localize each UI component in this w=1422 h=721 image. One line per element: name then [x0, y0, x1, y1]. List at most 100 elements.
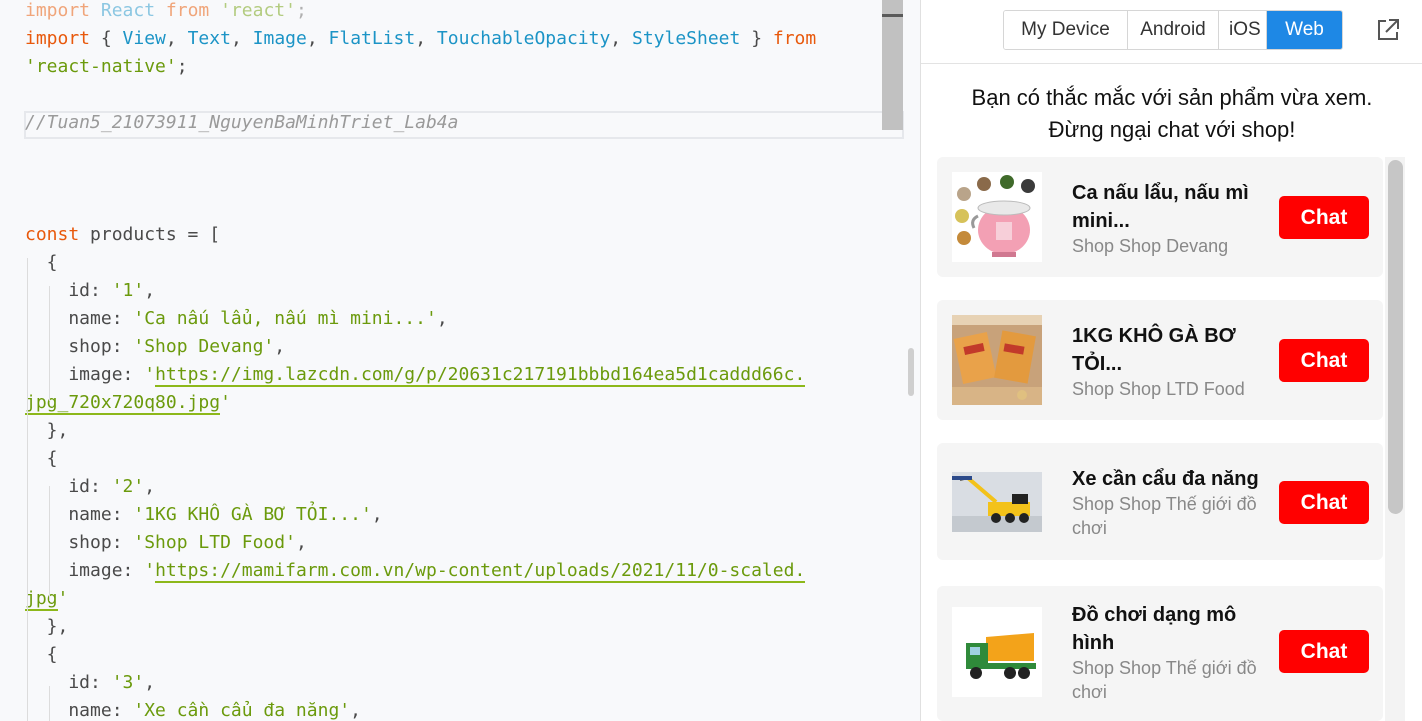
code-line[interactable]: image: 'https://img.lazcdn.com/g/p/20631…: [25, 361, 806, 389]
code-token: from: [165, 0, 210, 21]
code-line[interactable]: id: '3',: [25, 669, 155, 697]
code-line[interactable]: import { View, Text, Image, FlatList, To…: [25, 25, 816, 53]
code-line[interactable]: name: 'Ca nấu lẩu, nấu mì mini...',: [25, 305, 447, 333]
code-token: name:: [25, 700, 134, 721]
code-token: ,: [610, 28, 632, 49]
code-line[interactable]: shop: 'Shop Devang',: [25, 333, 285, 361]
code-line[interactable]: jpg': [25, 585, 68, 613]
code-token: //Tuan5_21073911_NguyenBaMinhTriet_Lab4a: [25, 112, 459, 133]
code-token: name:: [25, 308, 134, 329]
code-token: {: [25, 644, 58, 665]
divider: [921, 63, 1422, 64]
code-token: ': [144, 364, 156, 385]
code-token: https://mamifarm.com.vn/wp-content/uploa…: [155, 560, 806, 583]
code-line[interactable]: {: [25, 249, 58, 277]
code-token: jpg_720x720q80.jpg: [25, 392, 221, 415]
chat-button[interactable]: Chat: [1279, 481, 1369, 524]
code-line[interactable]: id: '2',: [25, 473, 155, 501]
code-token: ,: [306, 28, 329, 49]
product-name: Đồ chơi dạng mô hình: [1072, 604, 1237, 654]
code-token: ': [57, 588, 69, 609]
code-line[interactable]: {: [25, 445, 58, 473]
shop-name: Shop Shop Thế giới đồ chơi: [1072, 494, 1257, 538]
code-line[interactable]: image: 'https://mamifarm.com.vn/wp-conte…: [25, 557, 806, 585]
product-name: Ca nấu lẩu, nấu mì mini...: [1072, 182, 1249, 232]
code-token: },: [25, 616, 69, 637]
code-token: {: [25, 448, 58, 469]
indent-guide: [49, 286, 50, 401]
resize-handle[interactable]: [908, 348, 914, 396]
code-line[interactable]: const products = [: [25, 221, 220, 249]
tab-web[interactable]: Web: [1267, 11, 1342, 49]
code-token: 'Shop Devang': [133, 336, 275, 357]
code-token: id:: [25, 672, 112, 693]
code-line[interactable]: id: '1',: [25, 277, 155, 305]
code-token: '2': [111, 476, 145, 497]
code-token: name:: [25, 504, 134, 525]
shop-name: Shop Shop LTD Food: [1072, 379, 1245, 399]
product-card: Đồ chơi dạng mô hình Shop Shop Thế giới …: [937, 586, 1383, 721]
code-token: '1KG KHÔ GÀ BƠ TỎI...': [133, 504, 372, 525]
code-token: Text: [187, 28, 231, 49]
code-token: image:: [25, 364, 145, 385]
preview-panel: My Device Android iOS Web Bạn có thắc mắ…: [920, 0, 1422, 721]
code-token: ,: [371, 504, 383, 525]
code-token: from: [772, 28, 817, 49]
product-image: [952, 472, 1042, 532]
code-token: StyleSheet: [631, 28, 741, 49]
code-token: ,: [295, 532, 307, 553]
code-token: Image: [252, 28, 307, 49]
code-line[interactable]: 'react-native';: [25, 53, 188, 81]
external-link-icon[interactable]: [1375, 17, 1401, 43]
code-token: },: [25, 420, 69, 441]
code-line[interactable]: //Tuan5_21073911_NguyenBaMinhTriet_Lab4a: [25, 109, 458, 137]
product-name: Xe cần cẩu đa năng: [1072, 468, 1259, 490]
product-card: 1KG KHÔ GÀ BƠ TỎI... Shop Shop LTD Food …: [937, 300, 1383, 420]
product-card: Ca nấu lẩu, nấu mì mini... Shop Shop Dev…: [937, 157, 1383, 277]
code-line[interactable]: {: [25, 641, 58, 669]
heading-line-1: Bạn có thắc mắc với sản phẩm vừa xem.: [971, 85, 1373, 110]
code-line[interactable]: name: '1KG KHÔ GÀ BƠ TỎI...',: [25, 501, 383, 529]
shop-name: Shop Shop Devang: [1072, 236, 1229, 256]
code-line[interactable]: },: [25, 417, 69, 445]
platform-tabs: My Device Android iOS Web: [1003, 10, 1343, 50]
code-token: ,: [144, 476, 156, 497]
code-token: https://img.lazcdn.com/g/p/20631c217191b…: [155, 364, 806, 387]
code-token: const: [25, 224, 80, 245]
code-token: ,: [415, 28, 437, 49]
code-token: TouchableOpacity: [436, 28, 611, 49]
code-token: id:: [25, 476, 112, 497]
code-token: ': [220, 392, 231, 413]
chat-button[interactable]: Chat: [1279, 196, 1369, 239]
code-token: id:: [25, 280, 112, 301]
preview-scrollbar-thumb[interactable]: [1388, 160, 1403, 514]
page-heading: Bạn có thắc mắc với sản phẩm vừa xem. Đừ…: [921, 82, 1422, 146]
code-token: 'Shop LTD Food': [133, 532, 296, 553]
code-token: ;: [176, 56, 188, 77]
chat-button[interactable]: Chat: [1279, 630, 1369, 673]
tab-my-device[interactable]: My Device: [1004, 11, 1128, 49]
code-line[interactable]: shop: 'Shop LTD Food',: [25, 529, 307, 557]
heading-line-2: Đừng ngại chat với shop!: [1048, 117, 1296, 142]
tab-android[interactable]: Android: [1128, 11, 1219, 49]
code-line[interactable]: import React from 'react';: [25, 0, 307, 25]
code-line[interactable]: },: [25, 613, 69, 641]
chat-button[interactable]: Chat: [1279, 339, 1369, 382]
tab-ios[interactable]: iOS: [1219, 11, 1267, 49]
code-line[interactable]: name: 'Xe cần cẩu đa năng',: [25, 697, 361, 721]
code-line[interactable]: jpg_720x720q80.jpg': [25, 389, 231, 417]
code-token: shop:: [25, 532, 134, 553]
product-card: Xe cần cẩu đa năng Shop Shop Thế giới đồ…: [937, 443, 1383, 560]
editor-scroll-position-marker: [882, 14, 903, 17]
code-token: FlatList: [328, 28, 416, 49]
editor-scrollbar-thumb[interactable]: [882, 0, 903, 130]
code-token: ,: [165, 28, 188, 49]
code-token: jpg: [25, 588, 58, 611]
code-editor[interactable]: import React from 'react'; import { View,…: [0, 0, 920, 721]
code-token: '3': [111, 672, 145, 693]
code-token: }: [740, 28, 773, 49]
indent-guide: [27, 258, 28, 721]
